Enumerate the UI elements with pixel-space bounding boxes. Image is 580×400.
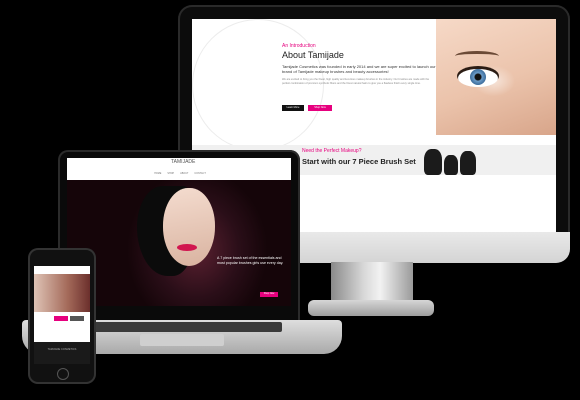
- phone-cta-button[interactable]: [54, 316, 68, 321]
- intro-label: An Introduction: [282, 43, 316, 49]
- imac-base: [308, 300, 434, 316]
- about-body: We are excited to bring you the finest, …: [282, 78, 430, 85]
- laptop-keyboard: [92, 322, 282, 332]
- learn-more-button[interactable]: Learn More: [282, 105, 304, 111]
- phone-hero-image: [34, 274, 90, 312]
- phone-home-button[interactable]: [57, 368, 69, 380]
- about-title: About Tamijade: [282, 50, 344, 60]
- brush-image: [424, 149, 442, 175]
- nav-contact[interactable]: CONTACT: [194, 172, 205, 177]
- brush-image: [460, 151, 476, 175]
- nav-shop[interactable]: SHOP: [167, 172, 174, 177]
- shop-now-button[interactable]: Shop Now: [308, 105, 332, 111]
- about-section: An Introduction About Tamijade Tamijade …: [282, 43, 442, 86]
- about-lead: Tamijade Cosmetics was founded in early …: [282, 64, 436, 74]
- model-face: [163, 188, 215, 266]
- model-lips: [177, 244, 197, 251]
- phone-footer: [34, 342, 90, 364]
- phone-screen: TAMIJADE COSMETICS: [34, 266, 90, 364]
- phone-footer-title: TAMIJADE COSMETICS: [47, 348, 77, 351]
- brush-image: [444, 155, 458, 175]
- nav-about[interactable]: ABOUT: [180, 172, 188, 177]
- laptop-screen: TAMIJADE HOME SHOP ABOUT CONTACT A 7 pie…: [67, 158, 291, 306]
- laptop-hero-copy: A 7 piece brush set of the essentials an…: [217, 256, 284, 265]
- laptop-logo[interactable]: TAMIJADE: [171, 159, 195, 165]
- laptop-cta-button[interactable]: Shop Now: [260, 292, 278, 297]
- iris: [470, 69, 486, 85]
- promo-headline: Start with our 7 Piece Brush Set: [302, 157, 416, 166]
- promo-question: Need the Perfect Makeup?: [302, 148, 362, 154]
- laptop-trackpad: [140, 334, 224, 346]
- nav-home[interactable]: HOME: [154, 172, 161, 177]
- phone-secondary-button[interactable]: [70, 316, 84, 321]
- eyebrow: [455, 51, 499, 61]
- laptop-nav-bar: TAMIJADE HOME SHOP ABOUT CONTACT: [67, 158, 291, 180]
